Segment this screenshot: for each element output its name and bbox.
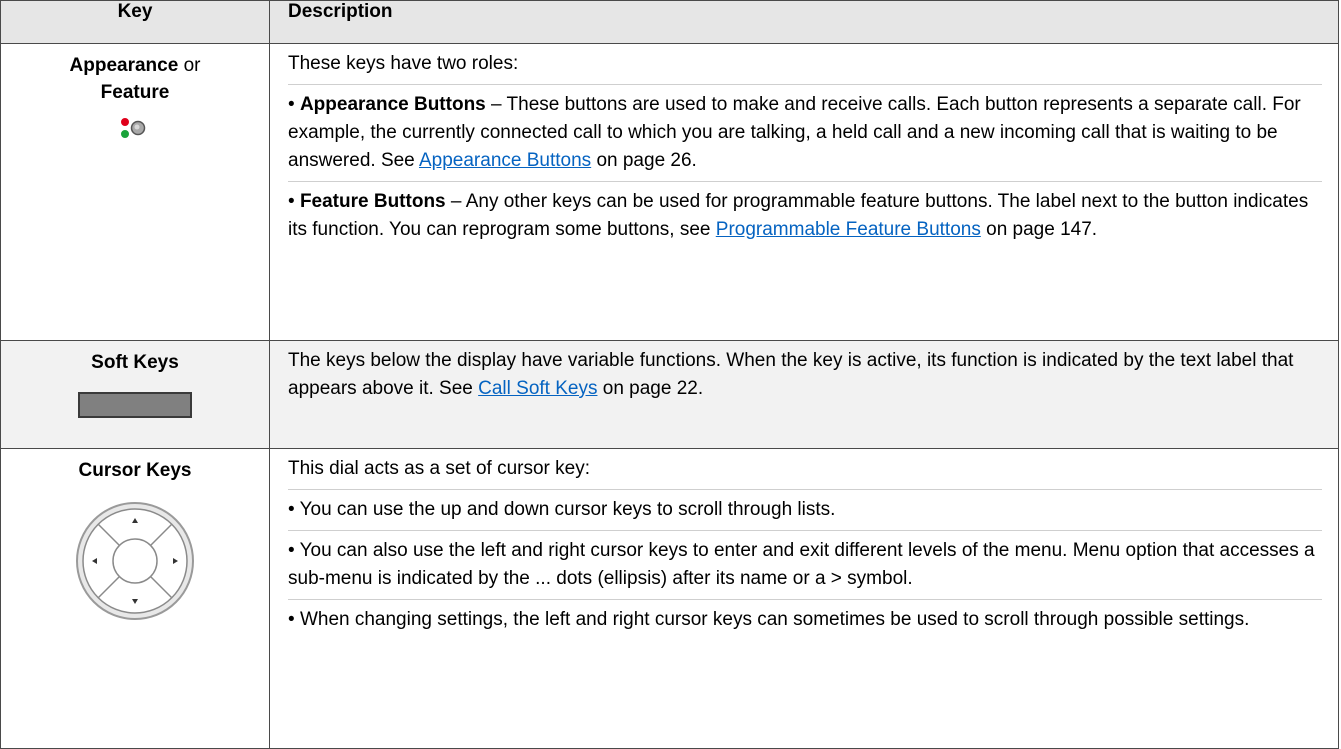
item-text: You can use the up and down cursor keys … <box>299 499 836 520</box>
key-name-or: or <box>178 55 201 76</box>
list-item: • You can use the up and down cursor key… <box>288 490 1322 531</box>
key-cell: Soft Keys <box>0 340 270 449</box>
item-page-ref: on page 26. <box>591 150 697 171</box>
key-description-table: Key Description Appearance or Feature Th… <box>0 0 1339 749</box>
item-term: Appearance Buttons <box>299 94 486 115</box>
table-row-appearance: Appearance or Feature These keys have tw… <box>0 43 1339 341</box>
soft-key-icon <box>78 392 192 418</box>
description-cell: The keys below the display have variable… <box>269 340 1339 449</box>
link-programmable-feature-buttons[interactable]: Programmable Feature Buttons <box>716 219 981 240</box>
key-name: Appearance or Feature <box>1 52 269 106</box>
description-cell: This dial acts as a set of cursor key: •… <box>269 448 1339 749</box>
item-text: You can also use the left and right curs… <box>288 540 1315 589</box>
bullet-glyph: • <box>288 94 295 115</box>
key-cell: Appearance or Feature <box>0 43 270 341</box>
list-item: • Feature Buttons – Any other keys can b… <box>288 182 1322 250</box>
key-cell: Cursor Keys <box>0 448 270 749</box>
soft-keys-text: The keys below the display have variable… <box>288 350 1294 399</box>
link-appearance-buttons[interactable]: Appearance Buttons <box>419 150 591 171</box>
bullet-glyph: • <box>288 540 295 561</box>
description-intro: These keys have two roles: <box>288 44 1322 85</box>
table-row-cursor-keys: Cursor Keys This dial acts as a set of c… <box>0 448 1339 749</box>
appearance-led-icon <box>118 116 152 148</box>
link-call-soft-keys[interactable]: Call Soft Keys <box>478 378 597 399</box>
table-header-row: Key Description <box>0 0 1339 44</box>
key-name: Soft Keys <box>91 352 179 373</box>
table-row-soft-keys: Soft Keys The keys below the display hav… <box>0 340 1339 449</box>
bullet-glyph: • <box>288 191 295 212</box>
cursor-dial-icon <box>76 502 194 620</box>
key-name-appearance: Appearance <box>69 55 179 76</box>
list-item: • When changing settings, the left and r… <box>288 600 1322 640</box>
item-page-ref: on page 147. <box>980 219 1098 240</box>
bullet-glyph: • <box>288 609 295 630</box>
key-name-feature: Feature <box>100 82 170 103</box>
header-key: Key <box>0 0 270 44</box>
description-cell: These keys have two roles: • Appearance … <box>269 43 1339 341</box>
description-intro: This dial acts as a set of cursor key: <box>288 449 1322 490</box>
item-term: Feature Buttons <box>299 191 446 212</box>
item-page-ref: on page 22. <box>597 378 704 399</box>
item-text: When changing settings, the left and rig… <box>299 609 1250 630</box>
header-description: Description <box>269 0 1339 44</box>
bullet-glyph: • <box>288 499 295 520</box>
list-item: • Appearance Buttons – These buttons are… <box>288 85 1322 182</box>
key-name: Cursor Keys <box>78 460 192 481</box>
list-item: • You can also use the left and right cu… <box>288 531 1322 600</box>
description-text: The keys below the display have variable… <box>288 341 1322 409</box>
